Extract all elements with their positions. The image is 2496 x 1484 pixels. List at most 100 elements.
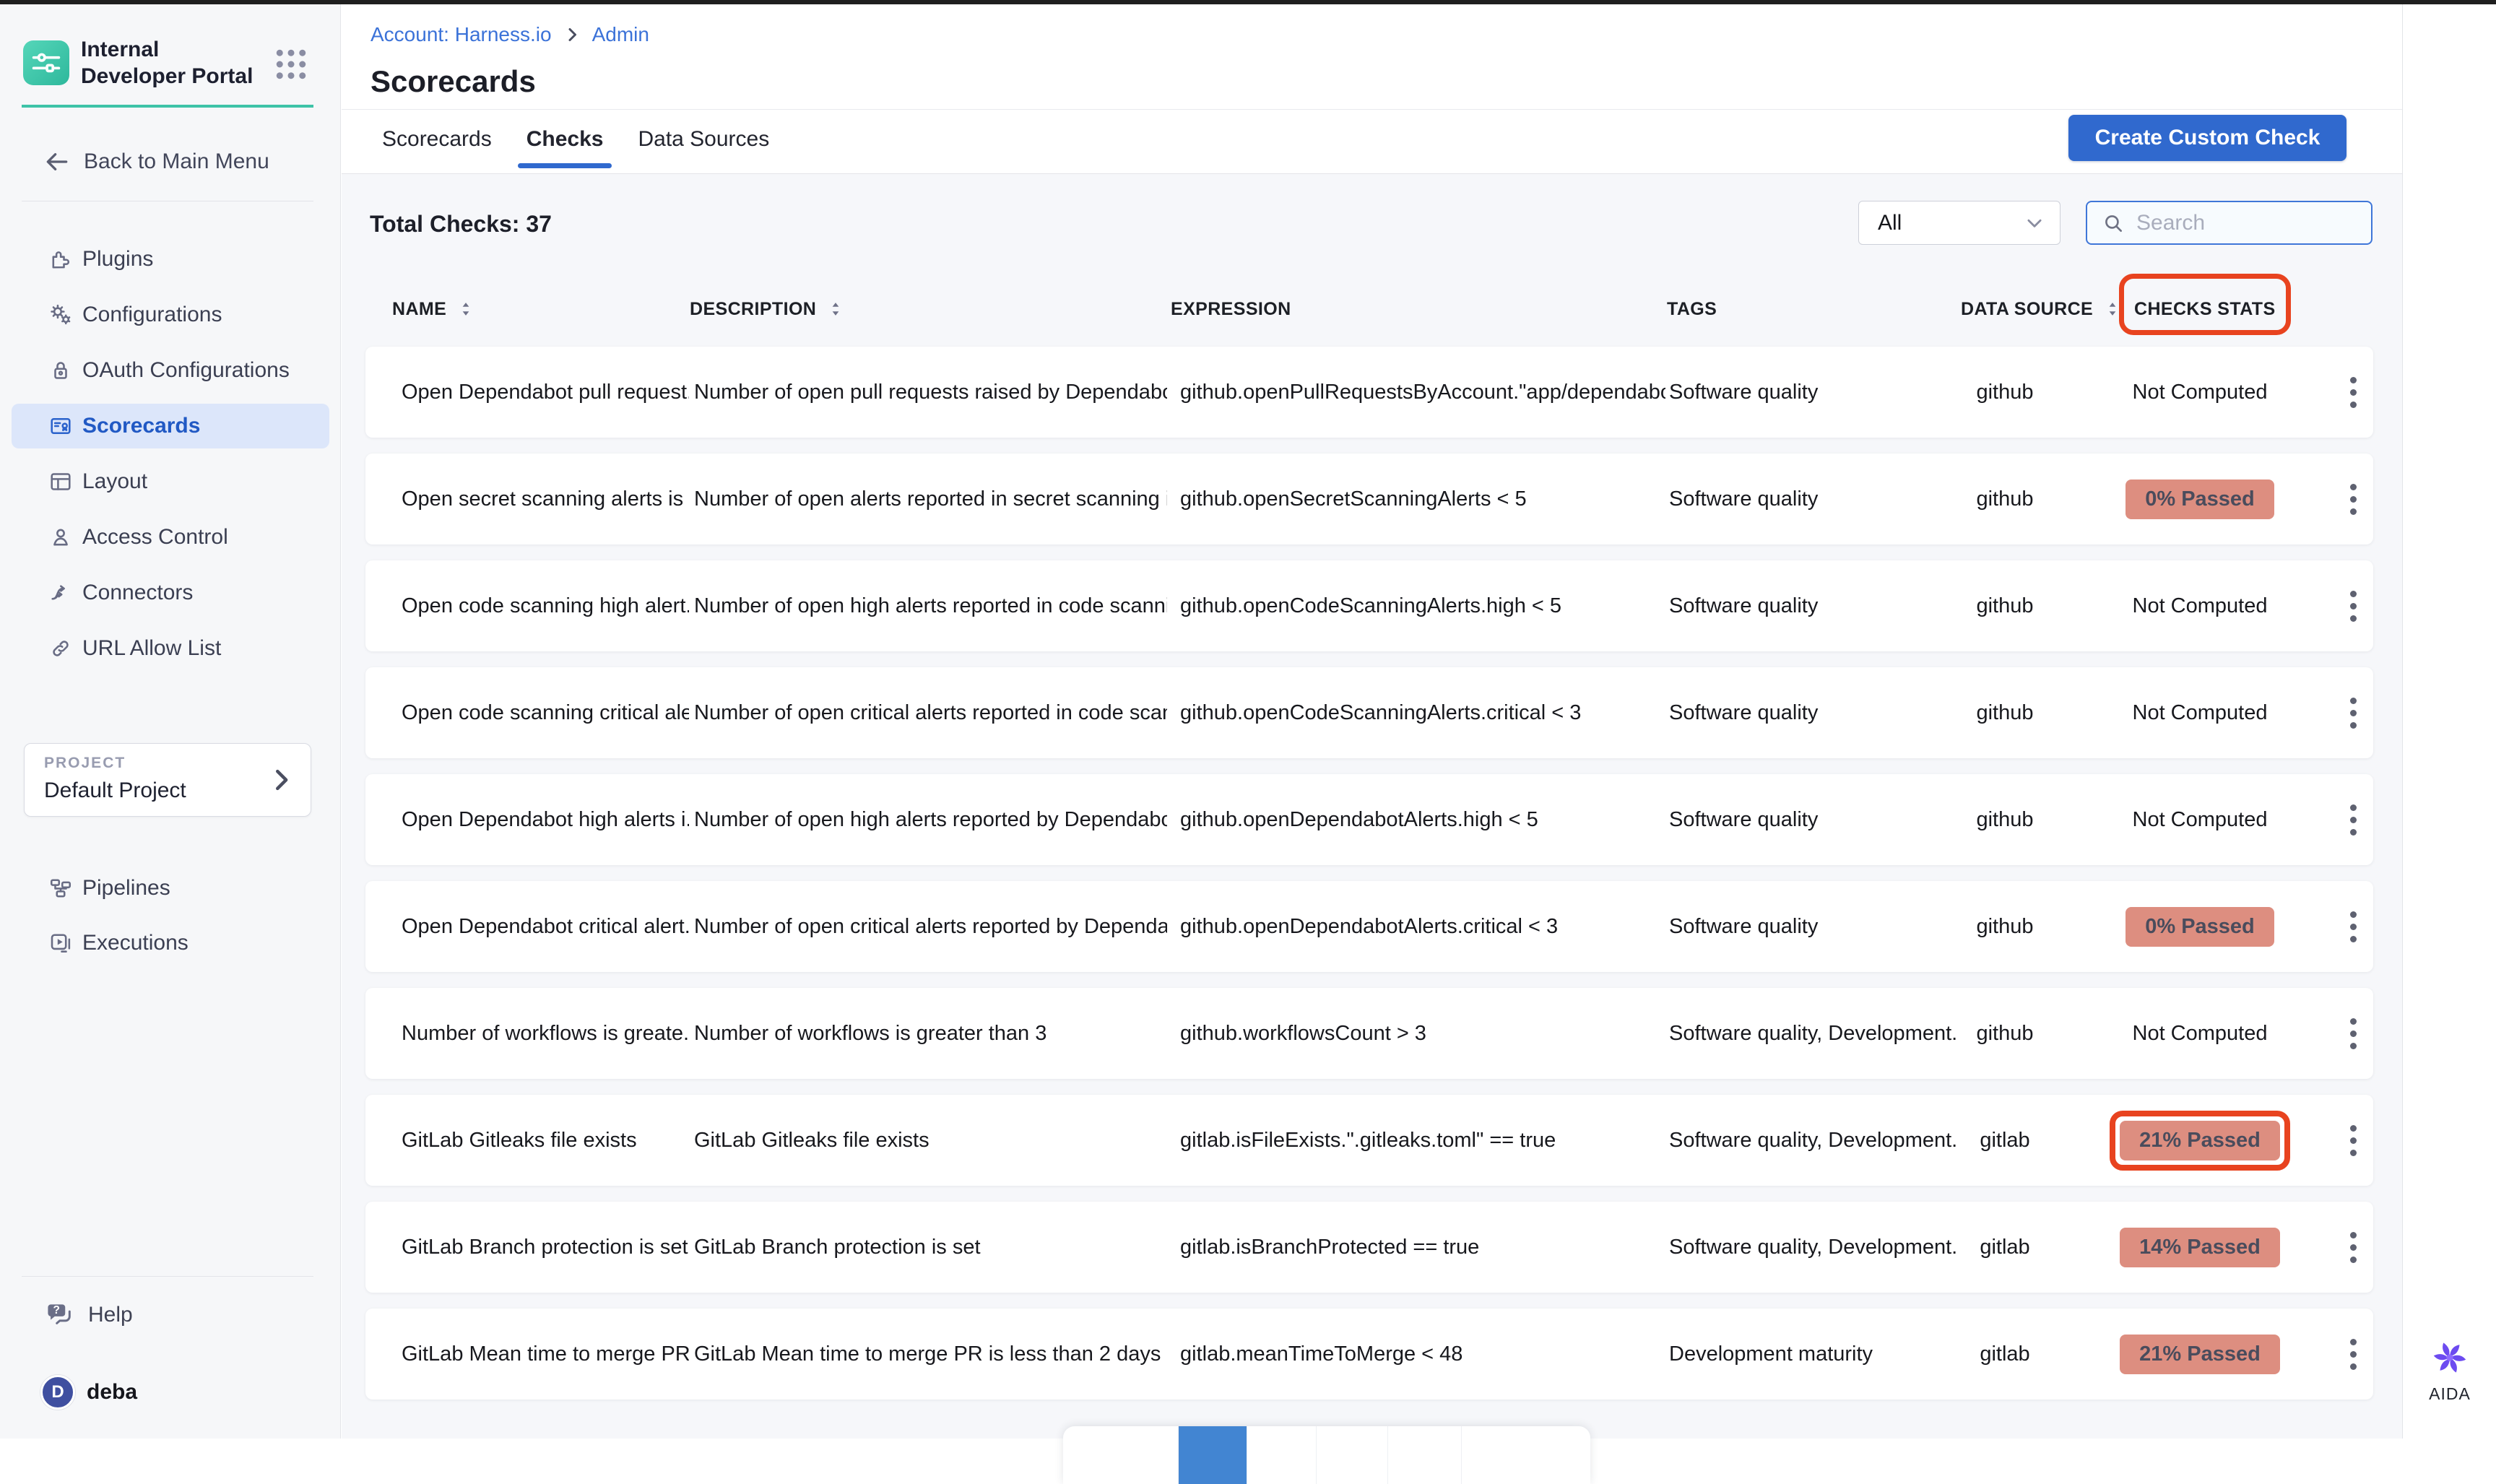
sort-icon[interactable] [2103, 300, 2122, 318]
check-tags-text: Software quality [1669, 701, 1818, 725]
table-row: Number of workflows is greate...Number o… [365, 988, 2373, 1079]
sidebar-item-connectors[interactable]: Connectors [12, 570, 329, 615]
sidebar-item-pipelines[interactable]: Pipelines [12, 866, 329, 911]
pagination-page-2[interactable] [1247, 1426, 1316, 1484]
sidebar-item-access-control[interactable]: Access Control [12, 515, 329, 560]
sidebar-item-label: URL Allow List [82, 636, 221, 661]
column-header-label: CHECKS STATS [2134, 299, 2276, 320]
column-header-label: DATA SOURCE [1961, 299, 2093, 320]
filter-dropdown[interactable]: All [1858, 201, 2060, 245]
check-tags: Software quality [1669, 881, 1958, 972]
project-selector[interactable]: PROJECT Default Project [24, 743, 311, 817]
user-name: deba [87, 1380, 137, 1405]
pagination-page-4[interactable] [1387, 1426, 1461, 1484]
check-stats-cell: 0% Passed [2063, 454, 2337, 544]
kebab-menu-icon[interactable] [2344, 478, 2362, 521]
check-stats-cell: Not Computed [2063, 774, 2337, 865]
back-arrow-icon [43, 148, 71, 175]
create-custom-check-button[interactable]: Create Custom Check [2068, 115, 2346, 161]
aida-assistant-button[interactable]: AIDA [2403, 1337, 2496, 1404]
check-name: Number of workflows is greate... [402, 988, 689, 1079]
check-name-text: GitLab Gitleaks file exists [402, 1129, 637, 1153]
kebab-menu-icon[interactable] [2344, 1012, 2362, 1055]
avatar: D [40, 1375, 75, 1410]
user-menu[interactable]: D deba [40, 1374, 137, 1411]
column-header-name[interactable]: NAME [392, 287, 475, 331]
kebab-menu-icon[interactable] [2344, 1226, 2362, 1269]
check-data-source-text: gitlab [1980, 1129, 2029, 1153]
row-actions [2331, 347, 2375, 438]
kebab-menu-icon[interactable] [2344, 1119, 2362, 1162]
check-description-text: Number of open alerts reported in secret… [694, 487, 1167, 511]
check-stats-cell: 14% Passed [2063, 1202, 2337, 1293]
column-header-description[interactable]: DESCRIPTION [690, 287, 845, 331]
check-data-source: github [1940, 667, 2070, 758]
column-header-label: TAGS [1667, 299, 1717, 320]
check-data-source-text: github [1976, 808, 2033, 832]
check-tags-text: Software quality [1669, 381, 1818, 404]
kebab-menu-icon[interactable] [2344, 585, 2362, 628]
kebab-menu-icon[interactable] [2344, 692, 2362, 734]
kebab-menu-icon[interactable] [2344, 799, 2362, 841]
pagination-prev[interactable] [1063, 1426, 1178, 1484]
checks-stats-badge: 14% Passed [2120, 1228, 2280, 1267]
sidebar-item-plugins[interactable]: Plugins [12, 237, 329, 282]
pagination-page-3[interactable] [1316, 1426, 1387, 1484]
row-actions [2331, 1095, 2375, 1186]
column-header-label: NAME [392, 299, 446, 320]
aida-pinwheel-icon [2429, 1337, 2471, 1379]
check-expression: gitlab.meanTimeToMerge < 48 [1180, 1309, 1665, 1400]
check-data-source-text: gitlab [1980, 1342, 2029, 1366]
check-tags: Software quality [1669, 454, 1958, 544]
kebab-menu-icon[interactable] [2344, 371, 2362, 414]
check-description-text: Number of open critical alerts reported … [694, 701, 1167, 725]
sidebar-item-label: Plugins [82, 247, 153, 272]
check-stats-cell: 21% Passed [2063, 1095, 2337, 1186]
pagination-page-1[interactable] [1178, 1426, 1247, 1484]
sidebar-item-scorecards[interactable]: Scorecards [12, 404, 329, 448]
breadcrumb-account-link[interactable]: Account: Harness.io [370, 23, 552, 46]
search-box [2086, 201, 2372, 245]
column-header-tags: TAGS [1667, 287, 1717, 331]
check-expression-text: github.openSecretScanningAlerts < 5 [1180, 487, 1527, 511]
row-actions [2331, 774, 2375, 865]
back-to-main-menu[interactable]: Back to Main Menu [43, 143, 269, 181]
check-data-source: github [1940, 560, 2070, 651]
check-data-source-text: github [1976, 701, 2033, 725]
check-expression: gitlab.isBranchProtected == true [1180, 1202, 1665, 1293]
sidebar-item-layout[interactable]: Layout [12, 459, 329, 504]
breadcrumb-admin-link[interactable]: Admin [592, 23, 649, 46]
column-header-data-source[interactable]: DATA SOURCE [1961, 287, 2122, 331]
check-data-source: gitlab [1940, 1202, 2070, 1293]
sidebar-item-configurations[interactable]: Configurations [12, 292, 329, 337]
tab-data-sources[interactable]: Data Sources [638, 108, 769, 171]
check-name: GitLab Branch protection is set [402, 1202, 689, 1293]
checks-stats-badge: 21% Passed [2120, 1335, 2280, 1374]
sidebar-item-executions[interactable]: Executions [12, 921, 329, 966]
sidebar-item-url-allow-list[interactable]: URL Allow List [12, 626, 329, 671]
sort-icon[interactable] [826, 300, 845, 318]
check-description: Number of open critical alerts reported … [694, 881, 1167, 972]
table-row: Open Dependabot critical alert...Number … [365, 881, 2373, 972]
search-input[interactable] [2135, 210, 2358, 236]
kebab-menu-icon[interactable] [2344, 906, 2362, 948]
check-data-source-text: github [1976, 594, 2033, 618]
check-description: GitLab Branch protection is set [694, 1202, 1167, 1293]
check-tags-text: Software quality [1669, 808, 1818, 832]
tab-checks[interactable]: Checks [526, 108, 604, 171]
help-button[interactable]: ? Help [43, 1296, 133, 1334]
content-area: Total Checks: 37 All NAMEDESCRIPTIONEXPR… [342, 175, 2402, 1439]
pagination-next[interactable] [1461, 1426, 1590, 1484]
check-data-source: github [1940, 774, 2070, 865]
table-row: Open code scanning critical ale...Number… [365, 667, 2373, 758]
kebab-menu-icon[interactable] [2344, 1333, 2362, 1376]
app-grid-icon[interactable] [272, 45, 311, 84]
sidebar-item-label: Pipelines [82, 876, 170, 901]
check-expression: github.openDependabotAlerts.critical < 3 [1180, 881, 1665, 972]
checks-stats-badge: 0% Passed [2126, 907, 2274, 947]
sidebar-item-oauth-configurations[interactable]: OAuth Configurations [12, 348, 329, 393]
sort-icon[interactable] [456, 300, 475, 318]
tab-scorecards[interactable]: Scorecards [382, 108, 492, 171]
check-tags: Development maturity [1669, 1309, 1958, 1400]
page-header: Account: Harness.io Admin Scorecards Sco… [342, 4, 2402, 174]
